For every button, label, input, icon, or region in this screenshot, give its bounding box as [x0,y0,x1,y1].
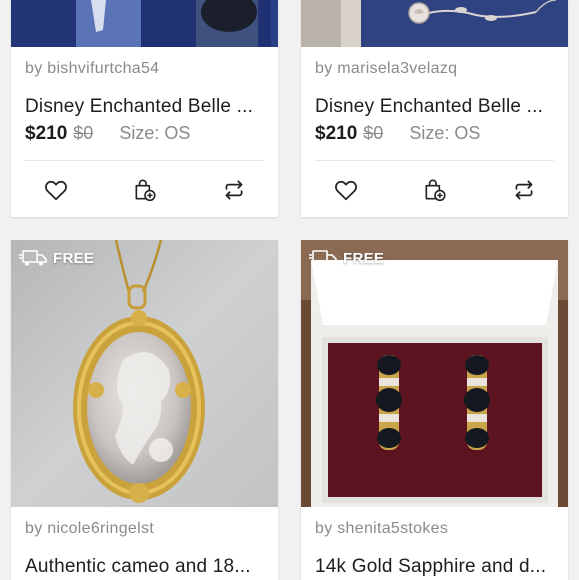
seller-username[interactable]: by shenita5stokes [315,520,448,538]
share-arrows-icon [515,180,533,200]
free-shipping-badge: FREE [19,249,94,267]
listing-title[interactable]: Authentic cameo and 18... [25,556,265,578]
listing-photo[interactable] [11,0,278,47]
belle-pendant-box-image [11,0,278,47]
sapphire-earrings-image [301,240,568,507]
divider [315,160,554,161]
price-row: $210 $0 Size: OS [315,123,480,145]
shopping-bag-plus-icon [425,179,446,202]
listing-price: $210 [315,123,358,144]
free-badge-label: FREE [343,249,385,267]
heart-icon [45,180,67,201]
share-button[interactable] [220,176,248,204]
add-to-bundle-button[interactable] [421,176,449,204]
listing-title[interactable]: 14k Gold Sapphire and d... [315,556,555,578]
seller-username[interactable]: by nicole6ringelst [25,520,154,538]
price-row: $210 $0 Size: OS [25,123,190,145]
like-button[interactable] [332,176,360,204]
listing-card[interactable]: FREE by shenita5stokes 14k Gold Sapphire… [301,240,568,580]
listing-actions [11,168,278,210]
rose-pendant-image [301,0,568,47]
free-shipping-badge: FREE [309,249,384,267]
shopping-bag-plus-icon [135,179,156,202]
seller-username[interactable]: by bishvifurtcha54 [25,60,159,78]
truck-icon [309,250,337,266]
listing-size: Size: OS [119,123,191,143]
listing-size: Size: OS [409,123,481,143]
cameo-pendant-image [11,240,278,507]
listing-actions [301,168,568,210]
add-to-bundle-button[interactable] [131,176,159,204]
share-arrows-icon [225,180,243,200]
share-button[interactable] [510,176,538,204]
listing-title[interactable]: Disney Enchanted Belle ... [25,96,265,118]
listing-photo[interactable]: FREE [11,240,278,507]
listing-price: $210 [25,123,68,144]
seller-username[interactable]: by marisela3velazq [315,60,457,78]
heart-icon [335,180,357,201]
listing-title[interactable]: Disney Enchanted Belle ... [315,96,555,118]
listing-photo[interactable] [301,0,568,47]
divider [25,160,264,161]
listing-card[interactable]: FREE by nicole6ringelst Authentic cameo … [11,240,278,580]
original-price: $0 [73,123,94,143]
listing-card[interactable]: by bishvifurtcha54 Disney Enchanted Bell… [11,0,278,217]
truck-icon [19,250,47,266]
listing-card[interactable]: by marisela3velazq Disney Enchanted Bell… [301,0,568,217]
like-button[interactable] [42,176,70,204]
free-badge-label: FREE [53,249,95,267]
original-price: $0 [363,123,384,143]
listing-photo[interactable]: FREE [301,240,568,507]
